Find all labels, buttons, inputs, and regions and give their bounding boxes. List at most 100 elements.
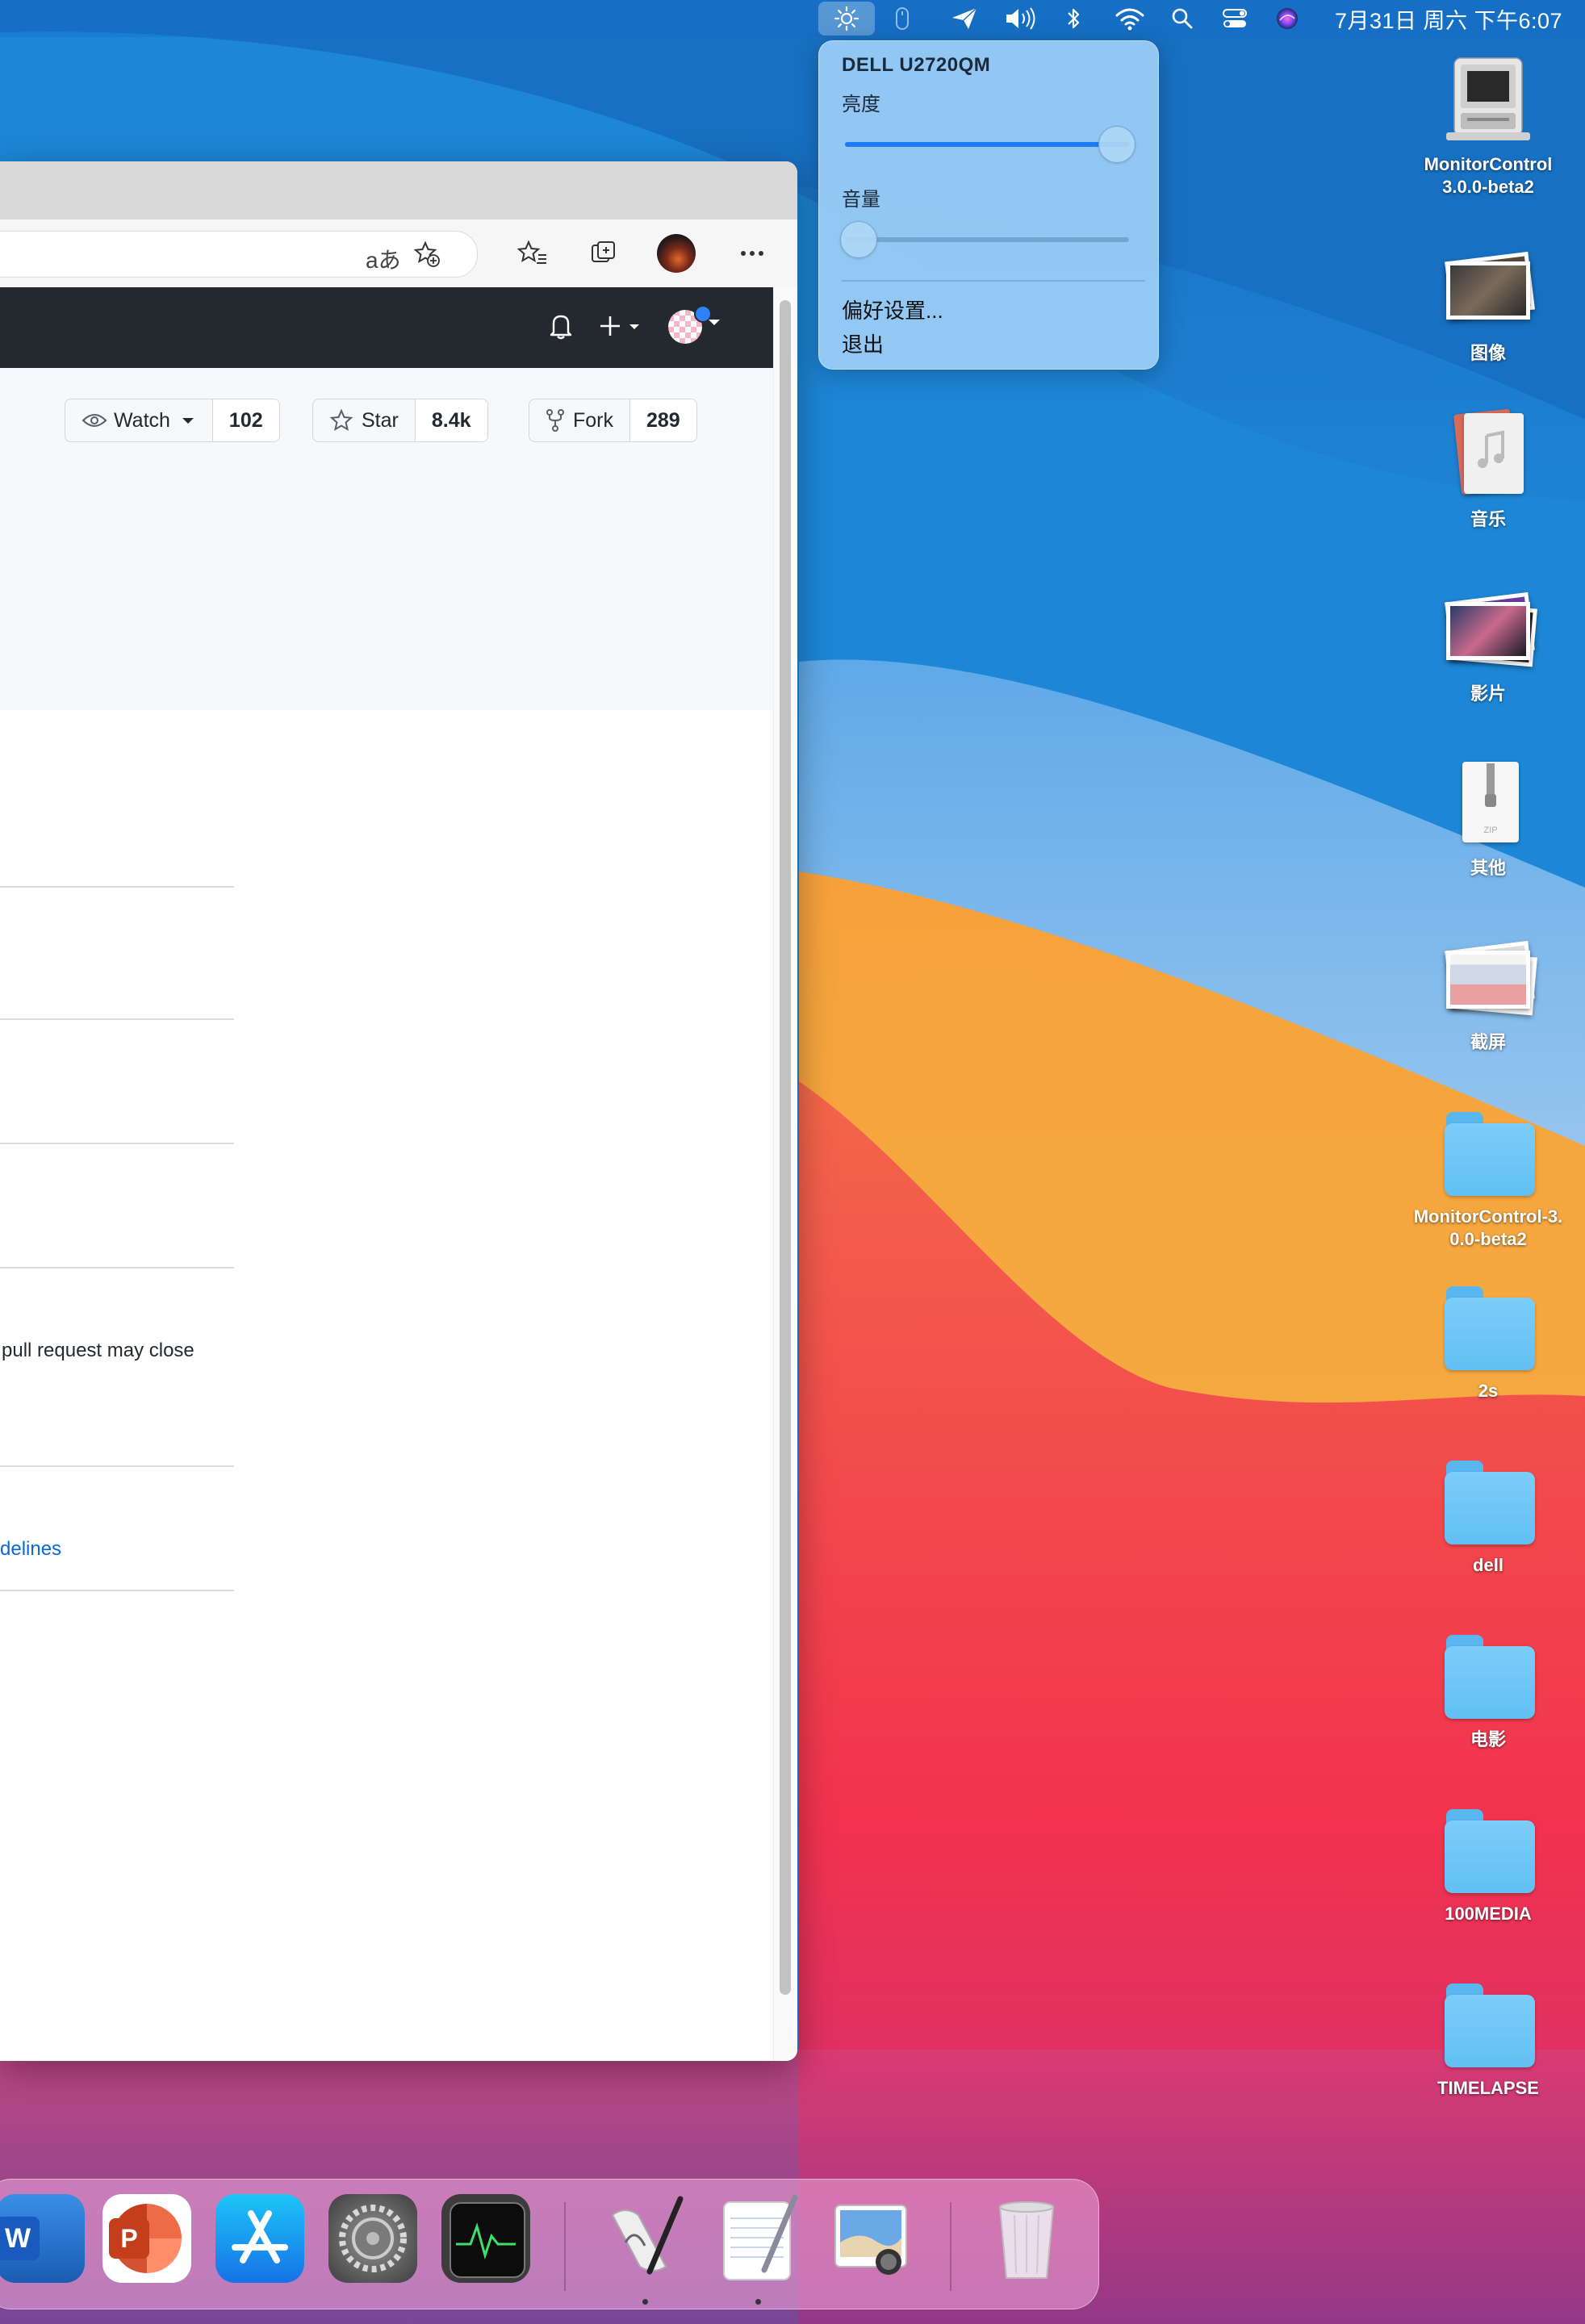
content-divider: [0, 1018, 234, 1020]
menu-bar: 7月31日 周六 下午6:07: [0, 0, 1585, 37]
desktop-folder-dell[interactable]: dell: [1391, 1452, 1585, 1577]
desktop-icon-label: 其他: [1470, 858, 1506, 878]
watch-dropdown-caret-icon: [182, 418, 194, 424]
dock: W P: [0, 2179, 1099, 2309]
movie-stack-icon: [1440, 581, 1537, 678]
read-aloud-translate-icon[interactable]: aあ: [366, 243, 401, 275]
profile-avatar[interactable]: [657, 234, 696, 273]
dock-preview-icon[interactable]: [827, 2194, 916, 2283]
desktop-icon-label: 图像: [1470, 343, 1506, 363]
desktop-icon-label: MonitorControl: [1424, 154, 1553, 174]
zip-archive-icon: ZIP: [1440, 755, 1537, 852]
address-bar[interactable]: aあ: [0, 231, 478, 278]
dock-textedit-icon[interactable]: [714, 2194, 803, 2283]
brightness-slider-knob[interactable]: [1098, 126, 1135, 163]
browser-toolbar: aあ: [0, 219, 797, 288]
dock-powerpoint-icon[interactable]: P: [102, 2194, 191, 2283]
dock-app-store-icon[interactable]: [215, 2194, 304, 2283]
desktop-icon-label: TIMELAPSE: [1437, 2078, 1539, 2098]
desktop-icon-other[interactable]: ZIP 其他: [1391, 755, 1585, 880]
star-button[interactable]: Star: [313, 399, 415, 441]
volume-icon[interactable]: [1001, 0, 1041, 37]
desktop-icon-images[interactable]: 图像: [1391, 240, 1585, 365]
avatar-dropdown-caret-icon[interactable]: [707, 315, 721, 329]
running-indicator-dot: [642, 2299, 648, 2305]
scrollbar-thumb[interactable]: [780, 300, 791, 1995]
watch-label: Watch: [114, 408, 170, 432]
content-divider: [0, 1143, 234, 1144]
scrollbar[interactable]: [773, 287, 797, 2061]
favorites-icon[interactable]: [516, 237, 549, 270]
volume-slider-knob[interactable]: [840, 221, 877, 258]
content-divider: [0, 1465, 234, 1467]
word-letter: W: [0, 2217, 40, 2260]
dock-separator: [564, 2202, 566, 2291]
dock-system-preferences-icon[interactable]: [328, 2194, 417, 2283]
desktop-folder-monitorcontrol[interactable]: MonitorControl-3. 0.0-beta2: [1391, 1104, 1585, 1251]
star-icon: [329, 408, 353, 432]
desktop-folder-2s[interactable]: 2s: [1391, 1278, 1585, 1402]
brightness-label: 亮度: [842, 94, 880, 115]
fork-button-group: Fork 289: [529, 399, 697, 442]
folder-icon: [1440, 1104, 1537, 1201]
fork-button[interactable]: Fork: [529, 399, 629, 441]
repository-header: Watch 102 Star 8.4k Fork 289: [0, 368, 773, 711]
dock-activity-monitor-icon[interactable]: [441, 2194, 530, 2283]
dock-script-editor-icon[interactable]: [601, 2194, 690, 2283]
pull-request-text: pull request may close: [2, 1340, 194, 1361]
star-button-group: Star 8.4k: [312, 399, 488, 442]
desktop-icon-label: 截屏: [1470, 1032, 1506, 1052]
desktop-folder-timelapse[interactable]: TIMELAPSE: [1391, 1975, 1585, 2100]
siri-icon[interactable]: [1269, 0, 1305, 37]
send-icon[interactable]: [944, 0, 985, 37]
desktop-icon-label: 音乐: [1470, 509, 1506, 529]
monitor-name: DELL U2720QM: [842, 54, 991, 76]
add-favorite-icon[interactable]: [411, 238, 443, 270]
folder-icon: [1440, 1975, 1537, 2072]
mouse-icon[interactable]: [886, 0, 918, 37]
star-count[interactable]: 8.4k: [414, 399, 487, 441]
desktop-icon-music[interactable]: 音乐: [1391, 407, 1585, 531]
preferences-menu-item[interactable]: 偏好设置...: [842, 295, 943, 324]
menu-separator: [842, 280, 1145, 282]
volume-slider[interactable]: [840, 221, 1129, 258]
collections-icon[interactable]: [588, 237, 620, 270]
monitor-control-popup: DELL U2720QM 亮度 音量 偏好设置... 退出: [818, 40, 1159, 370]
screenshot-stack-icon: [1440, 930, 1537, 1026]
folder-icon: [1440, 1278, 1537, 1375]
notifications-bell-icon[interactable]: [547, 311, 575, 341]
desktop-folder-100media[interactable]: 100MEDIA: [1391, 1801, 1585, 1925]
svg-text:ZIP: ZIP: [1483, 826, 1497, 835]
folder-icon: [1440, 1627, 1537, 1724]
create-new-plus-icon[interactable]: [599, 311, 646, 341]
brightness-slider[interactable]: [845, 126, 1135, 163]
desktop-icon-movies[interactable]: 影片: [1391, 581, 1585, 705]
window-title-bar[interactable]: [0, 161, 797, 220]
brightness-slider-fill: [845, 142, 1129, 147]
control-center-icon[interactable]: [1217, 0, 1253, 37]
more-options-icon[interactable]: [736, 237, 768, 270]
desktop-icon-monitorcontrol-dmg[interactable]: MonitorControl 3.0.0-beta2: [1391, 52, 1585, 199]
quit-menu-item[interactable]: 退出: [842, 328, 884, 358]
fork-count[interactable]: 289: [629, 399, 696, 441]
dock-word-icon[interactable]: W: [0, 2194, 85, 2283]
dock-trash-icon[interactable]: [982, 2194, 1071, 2283]
brightness-icon[interactable]: [818, 2, 875, 36]
search-icon[interactable]: [1166, 0, 1198, 37]
folder-icon: [1440, 1801, 1537, 1898]
watch-button[interactable]: Watch: [65, 399, 212, 441]
menubar-clock[interactable]: 7月31日 周六 下午6:07: [1315, 0, 1582, 37]
disk-image-icon: [1440, 52, 1537, 148]
music-icon: [1440, 407, 1537, 504]
desktop-folder-movies[interactable]: 电影: [1391, 1627, 1585, 1751]
page-content: pull request may close delines: [0, 710, 773, 2061]
contributing-guidelines-link[interactable]: delines: [0, 1538, 61, 1561]
desktop-icon-screenshots[interactable]: 截屏: [1391, 930, 1585, 1054]
fork-label: Fork: [573, 408, 613, 432]
desktop-icon-label: 3.0.0-beta2: [1442, 177, 1534, 197]
bluetooth-icon[interactable]: [1057, 0, 1089, 37]
wifi-icon[interactable]: [1110, 0, 1150, 37]
watch-count[interactable]: 102: [211, 399, 279, 441]
folder-icon: [1440, 1452, 1537, 1549]
fork-icon: [546, 409, 564, 432]
